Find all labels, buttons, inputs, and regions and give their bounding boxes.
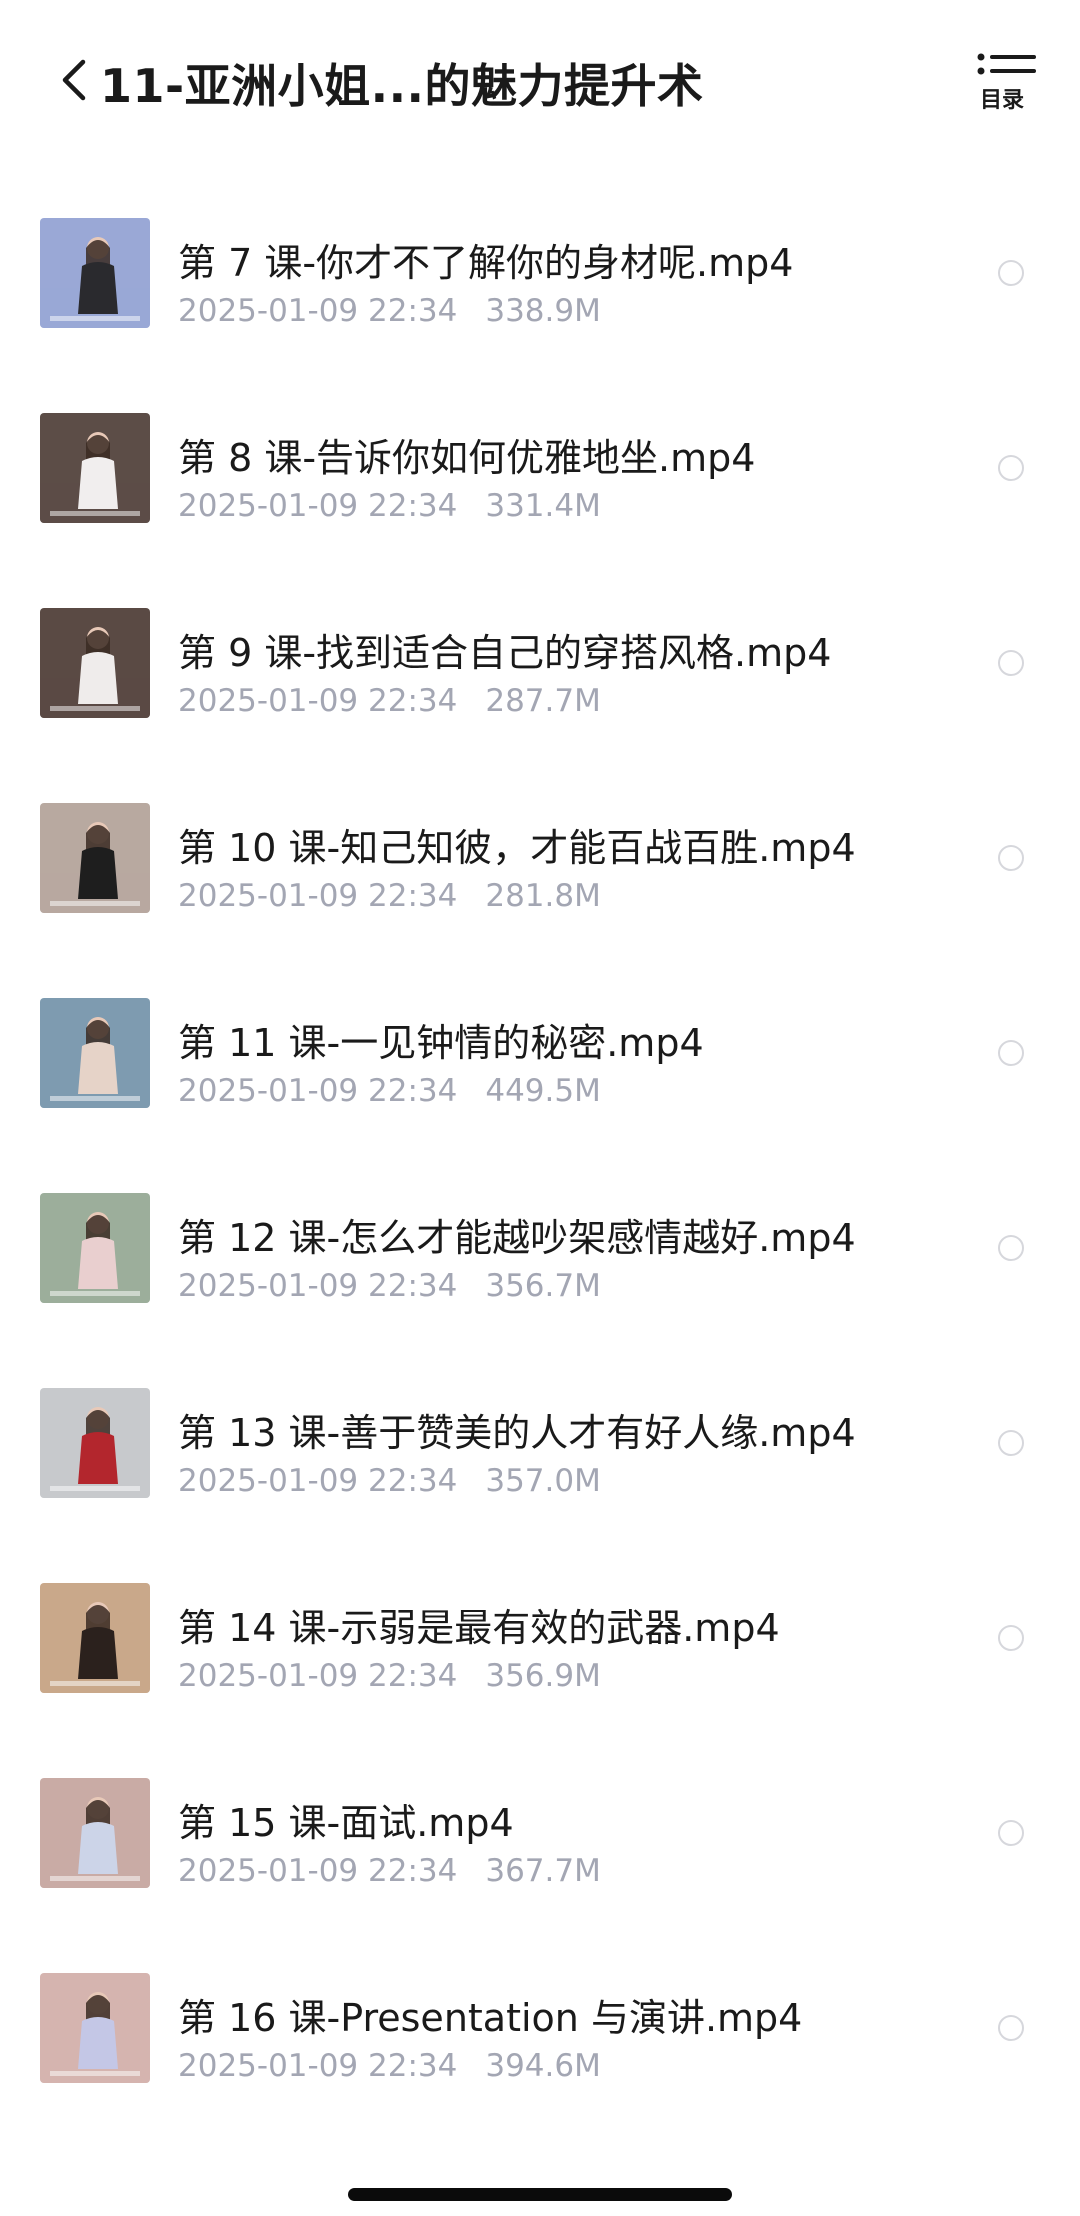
file-row[interactable]: 第 10 课-知己知彼，才能百战百胜.mp4 2025-01-09 22:34 28… [0,722,1080,917]
select-radio[interactable] [998,1430,1024,1456]
page-title: 11-亚洲小姐...的魅力提升术 [100,59,704,113]
file-name: 第 8 课-告诉你如何优雅地坐.mp4 [178,436,756,480]
select-radio[interactable] [998,1040,1024,1066]
file-date: 2025-01-09 22:34 [178,293,458,329]
file-date: 2025-01-09 22:34 [178,488,458,524]
file-date: 2025-01-09 22:34 [178,878,458,914]
file-meta: 2025-01-09 22:34 331.4M [178,488,601,524]
select-radio[interactable] [998,1235,1024,1261]
file-date: 2025-01-09 22:34 [178,1658,458,1694]
file-size: 356.7M [485,1268,601,1304]
video-thumbnail [40,413,150,523]
file-meta: 2025-01-09 22:34 356.7M [178,1268,601,1304]
select-radio[interactable] [998,1625,1024,1651]
select-radio[interactable] [998,650,1024,676]
file-meta: 2025-01-09 22:34 367.7M [178,1853,601,1889]
file-meta: 2025-01-09 22:34 281.8M [178,878,601,914]
file-row[interactable]: 第 8 课-告诉你如何优雅地坐.mp4 2025-01-09 22:34 331.4… [0,332,1080,527]
file-meta: 2025-01-09 22:34 356.9M [178,1658,601,1694]
video-thumbnail [40,1778,150,1888]
file-size: 394.6M [485,2048,601,2084]
file-size: 331.4M [485,488,601,524]
file-row[interactable]: 第 9 课-找到适合自己的穿搭风格.mp4 2025-01-09 22:34 287… [0,527,1080,722]
file-row[interactable]: 第 16 课-Presentation 与演讲.mp4 2025-01-09 22… [0,1892,1080,2087]
file-meta: 2025-01-09 22:34 287.7M [178,683,601,719]
file-row[interactable]: 第 14 课-示弱是最有效的武器.mp4 2025-01-09 22:34 356.… [0,1502,1080,1697]
file-date: 2025-01-09 22:34 [178,1073,458,1109]
video-thumbnail [40,1193,150,1303]
file-meta: 2025-01-09 22:34 449.5M [178,1073,601,1109]
select-radio[interactable] [998,845,1024,871]
file-date: 2025-01-09 22:34 [178,2048,458,2084]
file-row[interactable]: 第 13 课-善于赞美的人才有好人缘.mp4 2025-01-09 22:34 35… [0,1307,1080,1502]
file-name: 第 11 课-一见钟情的秘密.mp4 [178,1021,704,1065]
file-size: 338.9M [485,293,601,329]
select-radio[interactable] [998,260,1024,286]
file-row[interactable]: 第 11 课-一见钟情的秘密.mp4 2025-01-09 22:34 449.5M [0,917,1080,1112]
file-name: 第 14 课-示弱是最有效的武器.mp4 [178,1606,780,1650]
file-name: 第 13 课-善于赞美的人才有好人缘.mp4 [178,1411,856,1455]
select-radio[interactable] [998,2015,1024,2041]
file-size: 357.0M [485,1463,601,1499]
file-date: 2025-01-09 22:34 [178,1853,458,1889]
chevron-left-icon [62,59,86,101]
file-row[interactable]: 第 7 课-你才不了解你的身材呢.mp4 2025-01-09 22:34 338.… [0,137,1080,332]
file-size: 281.8M [485,878,601,914]
file-size: 287.7M [485,683,601,719]
select-radio[interactable] [998,455,1024,481]
list-icon [977,53,1036,75]
file-name: 第 10 课-知己知彼，才能百战百胜.mp4 [178,826,856,870]
file-meta: 2025-01-09 22:34 357.0M [178,1463,601,1499]
video-thumbnail [40,1388,150,1498]
file-row[interactable]: 第 15 课-面试.mp4 2025-01-09 22:34 367.7M [0,1697,1080,1892]
video-thumbnail [40,998,150,1108]
nav-bar: 11-亚洲小姐...的魅力提升术 目录 [0,0,1080,150]
file-name: 第 15 课-面试.mp4 [178,1801,514,1845]
video-thumbnail [40,803,150,913]
file-row[interactable]: 第 12 课-怎么才能越吵架感情越好.mp4 2025-01-09 22:34 35… [0,1112,1080,1307]
video-thumbnail [40,608,150,718]
file-size: 449.5M [485,1073,601,1109]
video-thumbnail [40,1583,150,1693]
toc-label: 目录 [980,88,1025,113]
file-name: 第 7 课-你才不了解你的身材呢.mp4 [178,241,794,285]
video-thumbnail [40,1973,150,2083]
file-date: 2025-01-09 22:34 [178,1463,458,1499]
file-date: 2025-01-09 22:34 [178,683,458,719]
video-thumbnail [40,218,150,328]
file-name: 第 16 课-Presentation 与演讲.mp4 [178,1996,803,2040]
file-meta: 2025-01-09 22:34 394.6M [178,2048,601,2084]
file-size: 367.7M [485,1853,601,1889]
file-meta: 2025-01-09 22:34 338.9M [178,293,601,329]
back-button[interactable] [54,52,94,108]
file-name: 第 9 课-找到适合自己的穿搭风格.mp4 [178,631,832,675]
home-indicator [348,2188,732,2201]
file-name: 第 12 课-怎么才能越吵架感情越好.mp4 [178,1216,856,1260]
select-radio[interactable] [998,1820,1024,1846]
file-date: 2025-01-09 22:34 [178,1268,458,1304]
file-size: 356.9M [485,1658,601,1694]
